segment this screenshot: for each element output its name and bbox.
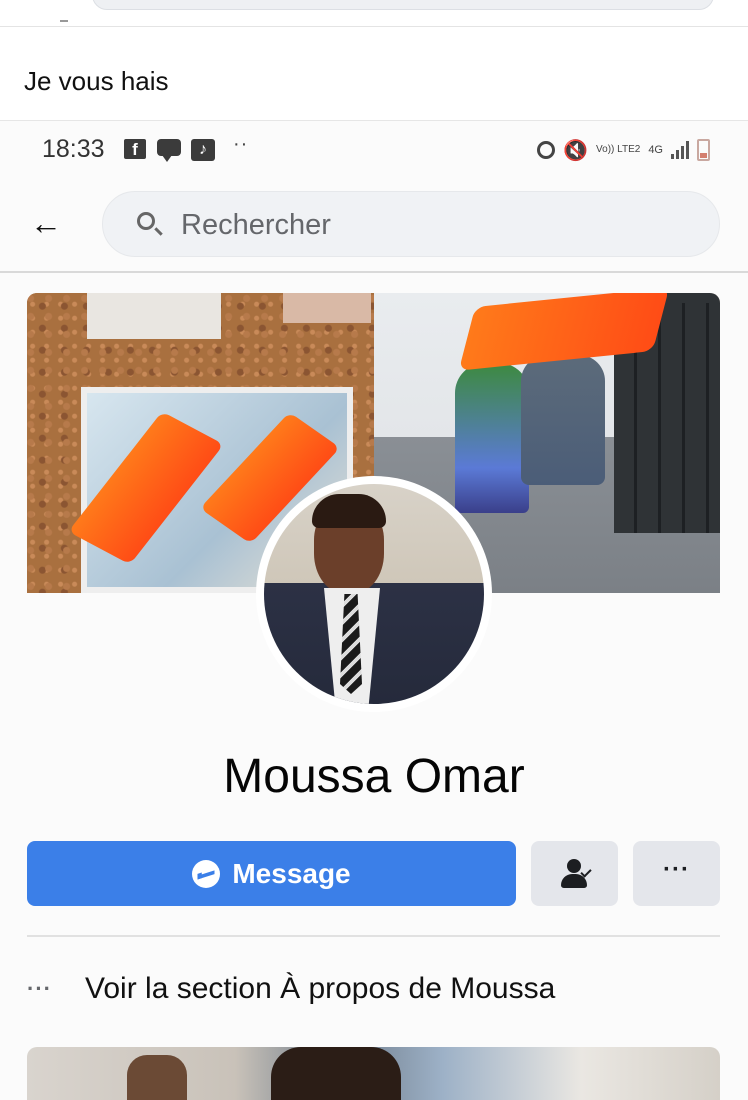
featured-photo[interactable] (27, 1047, 720, 1100)
volte-indicator: Vo)) LTE2 (596, 144, 641, 155)
avatar-photo (264, 484, 484, 704)
battery-icon (697, 139, 710, 161)
section-divider (27, 935, 720, 937)
notification-overflow: ·· (233, 133, 249, 155)
avatar-hair (312, 494, 386, 528)
search-placeholder: Rechercher (181, 209, 331, 241)
alarm-icon (537, 141, 556, 159)
status-right-icons: 🔇 Vo)) LTE2 4G (537, 137, 710, 163)
mute-icon: 🔇 (563, 139, 589, 162)
cover-pinned-photo (283, 293, 371, 323)
facebook-icon: f (124, 139, 146, 159)
message-button[interactable]: Message (27, 841, 516, 906)
status-bar: 18:33 f ♪ ·· 🔇 Vo)) LTE2 4G (0, 121, 748, 179)
featured-photo-hand (127, 1055, 187, 1100)
message-button-label: Message (232, 857, 351, 889)
friend-check-icon (561, 859, 592, 889)
embedded-screenshot: 18:33 f ♪ ·· 🔇 Vo)) LTE2 4G ← Rechercher (0, 120, 748, 1100)
search-icon (137, 212, 155, 230)
signal-icon (671, 141, 689, 159)
status-time: 18:33 (42, 135, 105, 163)
back-arrow-icon[interactable]: ← (30, 205, 62, 242)
header-divider (0, 271, 748, 273)
tiktok-icon: ♪ (191, 139, 215, 161)
friend-status-button[interactable] (531, 841, 618, 906)
messenger-icon (192, 859, 221, 888)
featured-photo-person (271, 1047, 401, 1100)
message-icon (157, 139, 181, 162)
outer-top-bar (0, 0, 748, 27)
cover-person (455, 363, 529, 513)
search-bar[interactable]: Rechercher (102, 191, 720, 257)
network-type: 4G (648, 143, 663, 156)
more-options-button[interactable]: ··· (633, 841, 720, 906)
outer-divider-mark (60, 20, 68, 22)
more-dots-icon: ··· (27, 976, 52, 1001)
profile-name: Moussa Omar (223, 750, 525, 803)
profile-avatar[interactable] (256, 476, 492, 712)
cover-pinned-photo (87, 293, 221, 339)
about-section-link[interactable]: ··· Voir la section À propos de Moussa (27, 967, 555, 1011)
post-caption: Je vous hais (24, 66, 169, 96)
cover-person (521, 355, 605, 485)
outer-search-pill[interactable] (92, 0, 714, 10)
about-section-label: Voir la section À propos de Moussa (85, 972, 556, 1005)
